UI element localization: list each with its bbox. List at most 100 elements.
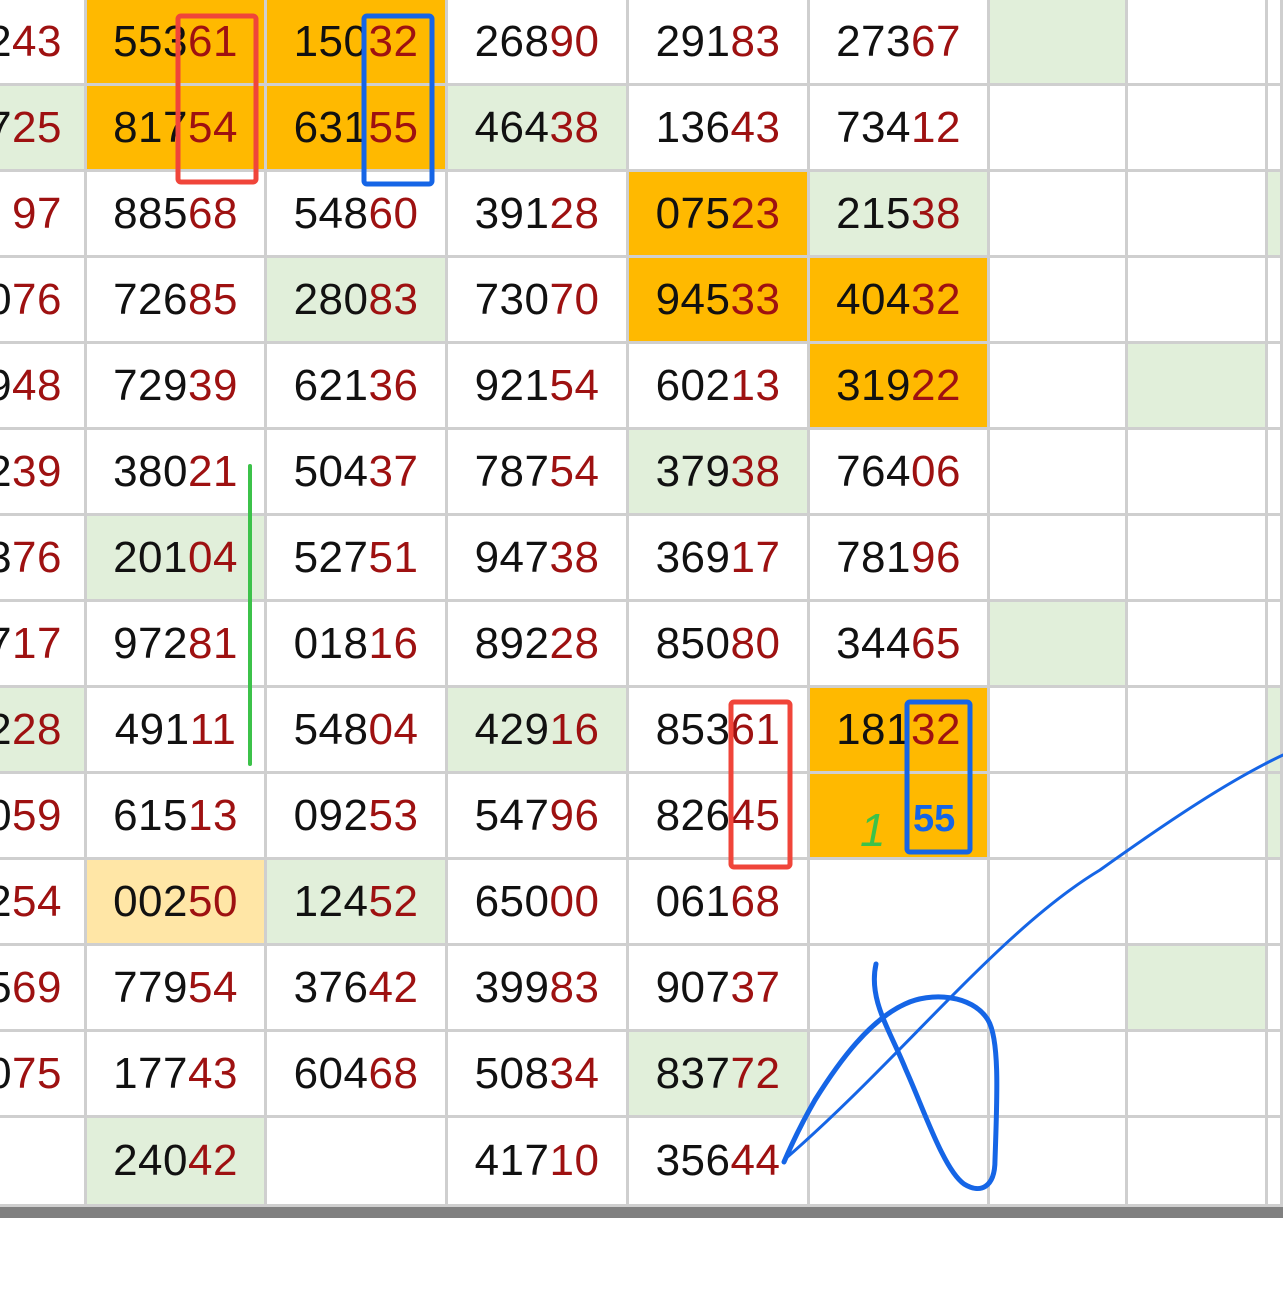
grid-cell-r9-c4: 826 45 <box>629 774 810 860</box>
number-prefix: 972 <box>113 618 188 668</box>
number-suffix: 85 <box>187 274 238 324</box>
number-suffix: 23 <box>730 188 781 238</box>
grid-cell-r9-c3: 547 96 <box>448 774 629 860</box>
grid-cell-r10-c0: 254 <box>0 860 87 946</box>
number-suffix: 04 <box>187 532 238 582</box>
grid-cell-r11-c0: 569 <box>0 946 87 1032</box>
number-suffix: 61 <box>187 16 238 66</box>
number-suffix: 38 <box>910 188 961 238</box>
grid-cell-r2-c4: 075 23 <box>629 172 810 258</box>
number-suffix: 54 <box>12 876 62 926</box>
grid-cell-r8-c3: 429 16 <box>448 688 629 774</box>
grid-cell-r7-c7 <box>1128 602 1268 688</box>
number-suffix: 76 <box>12 532 62 582</box>
grid-cell-r1-c7 <box>1128 86 1268 172</box>
grid-cell-r6-c4: 369 17 <box>629 516 810 602</box>
number-suffix: 34 <box>549 1048 600 1098</box>
number-suffix: 32 <box>368 16 419 66</box>
number-suffix: 60 <box>368 188 419 238</box>
number-suffix: 37 <box>368 446 419 496</box>
grid-cell-r5-c3: 787 54 <box>448 430 629 516</box>
grid-cell-r3-c8 <box>1268 258 1283 344</box>
number-prefix: 817 <box>113 102 188 152</box>
grid-bottom-border <box>0 1207 1283 1218</box>
number-suffix: 10 <box>549 1136 600 1185</box>
grid-cell-r4-c5: 319 22 <box>810 344 990 430</box>
number-prefix: 650 <box>474 876 550 926</box>
grid-cell-r5-c2: 504 37 <box>267 430 448 516</box>
grid-cell-r7-c2: 018 16 <box>267 602 448 688</box>
grid-cell-r12-c3: 508 34 <box>448 1032 629 1118</box>
number-suffix: 96 <box>910 532 961 582</box>
grid-cell-r9-c5 <box>810 774 990 860</box>
number-suffix: 96 <box>549 790 600 840</box>
grid-cell-r10-c1: 002 50 <box>87 860 267 946</box>
grid-cell-r2-c8 <box>1268 172 1283 258</box>
grid-cell-r7-c6 <box>990 602 1128 688</box>
number-prefix: 491 <box>114 704 190 754</box>
grid-cell-r10-c8 <box>1268 860 1283 946</box>
number-suffix: 39 <box>187 360 238 410</box>
grid-cell-r3-c2: 280 83 <box>267 258 448 344</box>
grid-cell-r13-c1: 240 42 <box>87 1118 267 1207</box>
number-prefix: 018 <box>293 618 369 668</box>
grid-cell-r6-c8 <box>1268 516 1283 602</box>
grid-cell-r9-c2: 092 53 <box>267 774 448 860</box>
number-prefix: 9 <box>0 361 12 411</box>
grid-cell-r8-c8 <box>1268 688 1283 774</box>
number-prefix: 885 <box>113 188 188 238</box>
grid-cell-r10-c2: 124 52 <box>267 860 448 946</box>
number-prefix: 527 <box>293 532 369 582</box>
grid-cell-r6-c5: 781 96 <box>810 516 990 602</box>
number-suffix: 54 <box>187 962 238 1012</box>
grid-cell-r8-c5: 181 32 <box>810 688 990 774</box>
grid-cell-r11-c2: 376 42 <box>267 946 448 1032</box>
number-suffix: 69 <box>12 962 62 1012</box>
number-prefix: 730 <box>474 274 550 324</box>
number-suffix: 13 <box>730 360 781 410</box>
number-prefix: 947 <box>474 532 550 582</box>
number-suffix: 42 <box>368 962 419 1012</box>
grid-cell-r6-c2: 527 51 <box>267 516 448 602</box>
number-suffix: 32 <box>910 274 961 324</box>
number-suffix: 70 <box>549 274 600 324</box>
grid-cell-r4-c6 <box>990 344 1128 430</box>
number-prefix: 136 <box>655 102 731 152</box>
grid-cell-r13-c4: 356 44 <box>629 1118 810 1207</box>
grid-cell-r8-c1: 491 11 <box>87 688 267 774</box>
number-suffix: 33 <box>730 274 781 324</box>
grid-cell-r7-c5: 344 65 <box>810 602 990 688</box>
number-prefix: 124 <box>293 876 369 926</box>
number-suffix: 44 <box>730 1136 781 1185</box>
grid-cell-r8-c4: 853 61 <box>629 688 810 774</box>
number-suffix: 54 <box>187 102 238 152</box>
number-suffix: 54 <box>549 360 600 410</box>
grid-cell-r3-c5: 404 32 <box>810 258 990 344</box>
grid-cell-r3-c1: 726 85 <box>87 258 267 344</box>
grid-cell-r5-c7 <box>1128 430 1268 516</box>
number-suffix: 38 <box>549 532 600 582</box>
number-prefix: 853 <box>655 704 731 754</box>
grid-cell-r0-c6 <box>990 0 1128 86</box>
grid-cell-r1-c5: 734 12 <box>810 86 990 172</box>
number-suffix: 11 <box>189 704 237 754</box>
number-prefix: 826 <box>655 790 731 840</box>
grid-cell-r13-c5 <box>810 1118 990 1207</box>
number-prefix: 5 <box>0 963 12 1013</box>
number-suffix: 80 <box>730 618 781 668</box>
number-suffix: 59 <box>12 790 62 840</box>
grid-cell-r13-c3: 417 10 <box>448 1118 629 1207</box>
number-prefix: 177 <box>113 1048 188 1098</box>
number-suffix: 04 <box>368 704 419 754</box>
number-prefix: 379 <box>655 446 731 496</box>
grid-cell-r0-c3: 268 90 <box>448 0 629 86</box>
number-suffix: 39 <box>12 446 62 496</box>
number-suffix: 12 <box>910 102 961 152</box>
grid-cell-r2-c6 <box>990 172 1128 258</box>
grid-cell-r12-c7 <box>1128 1032 1268 1118</box>
number-prefix: 075 <box>655 188 731 238</box>
number-prefix: 615 <box>113 790 188 840</box>
grid-cell-r4-c4: 602 13 <box>629 344 810 430</box>
number-suffix: 81 <box>187 618 238 668</box>
number-prefix: 921 <box>474 360 550 410</box>
